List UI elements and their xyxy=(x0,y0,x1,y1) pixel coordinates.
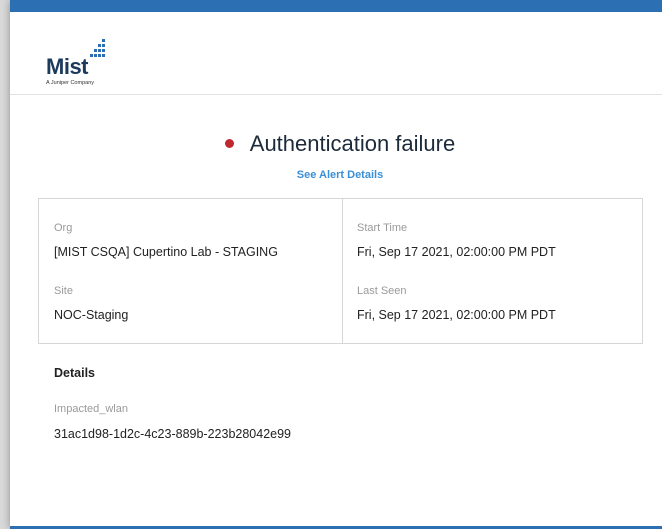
last-seen-label: Last Seen xyxy=(357,285,407,297)
org-value: [MIST CSQA] Cupertino Lab - STAGING xyxy=(54,245,278,259)
alert-info-box: Org [MIST CSQA] Cupertino Lab - STAGING … xyxy=(38,198,643,344)
logo-tagline: A Juniper Company xyxy=(46,80,94,86)
site-value: NOC-Staging xyxy=(54,308,129,322)
top-accent-bar xyxy=(10,0,662,12)
site-label: Site xyxy=(54,285,73,297)
last-seen-value: Fri, Sep 17 2021, 02:00:00 PM PDT xyxy=(357,308,556,322)
logo-dot xyxy=(94,54,97,57)
info-column-right: Start Time Fri, Sep 17 2021, 02:00:00 PM… xyxy=(342,199,642,343)
impacted-wlan-label: Impacted_wlan xyxy=(54,403,128,415)
start-time-value: Fri, Sep 17 2021, 02:00:00 PM PDT xyxy=(357,245,556,259)
logo-dot xyxy=(98,49,101,52)
email-header: Mist A Juniper Company xyxy=(10,12,662,95)
logo-dot xyxy=(102,54,105,57)
impacted-wlan-value: 31ac1d98-1d2c-4c23-889b-223b28042e99 xyxy=(54,427,292,441)
logo-dot xyxy=(98,54,101,57)
see-alert-details-link[interactable]: See Alert Details xyxy=(10,169,662,181)
start-time-label: Start Time xyxy=(357,222,408,234)
alert-title-text: Authentication failure xyxy=(249,131,456,156)
logo-dot xyxy=(90,54,93,57)
red-dot-icon xyxy=(224,138,234,148)
logo-dot xyxy=(94,49,97,52)
org-label: Org xyxy=(54,222,73,234)
alert-title: Authentication failure xyxy=(10,131,662,157)
logo-dot xyxy=(102,49,105,52)
email-card: Mist A Juniper Company Authentication fa… xyxy=(10,0,662,529)
logo-dot xyxy=(98,44,101,47)
info-column-left: Org [MIST CSQA] Cupertino Lab - STAGING … xyxy=(39,199,343,343)
details-heading: Details xyxy=(54,366,95,380)
logo-dot xyxy=(102,39,105,42)
logo-dot xyxy=(102,44,105,47)
logo-wordmark: Mist xyxy=(46,54,89,79)
